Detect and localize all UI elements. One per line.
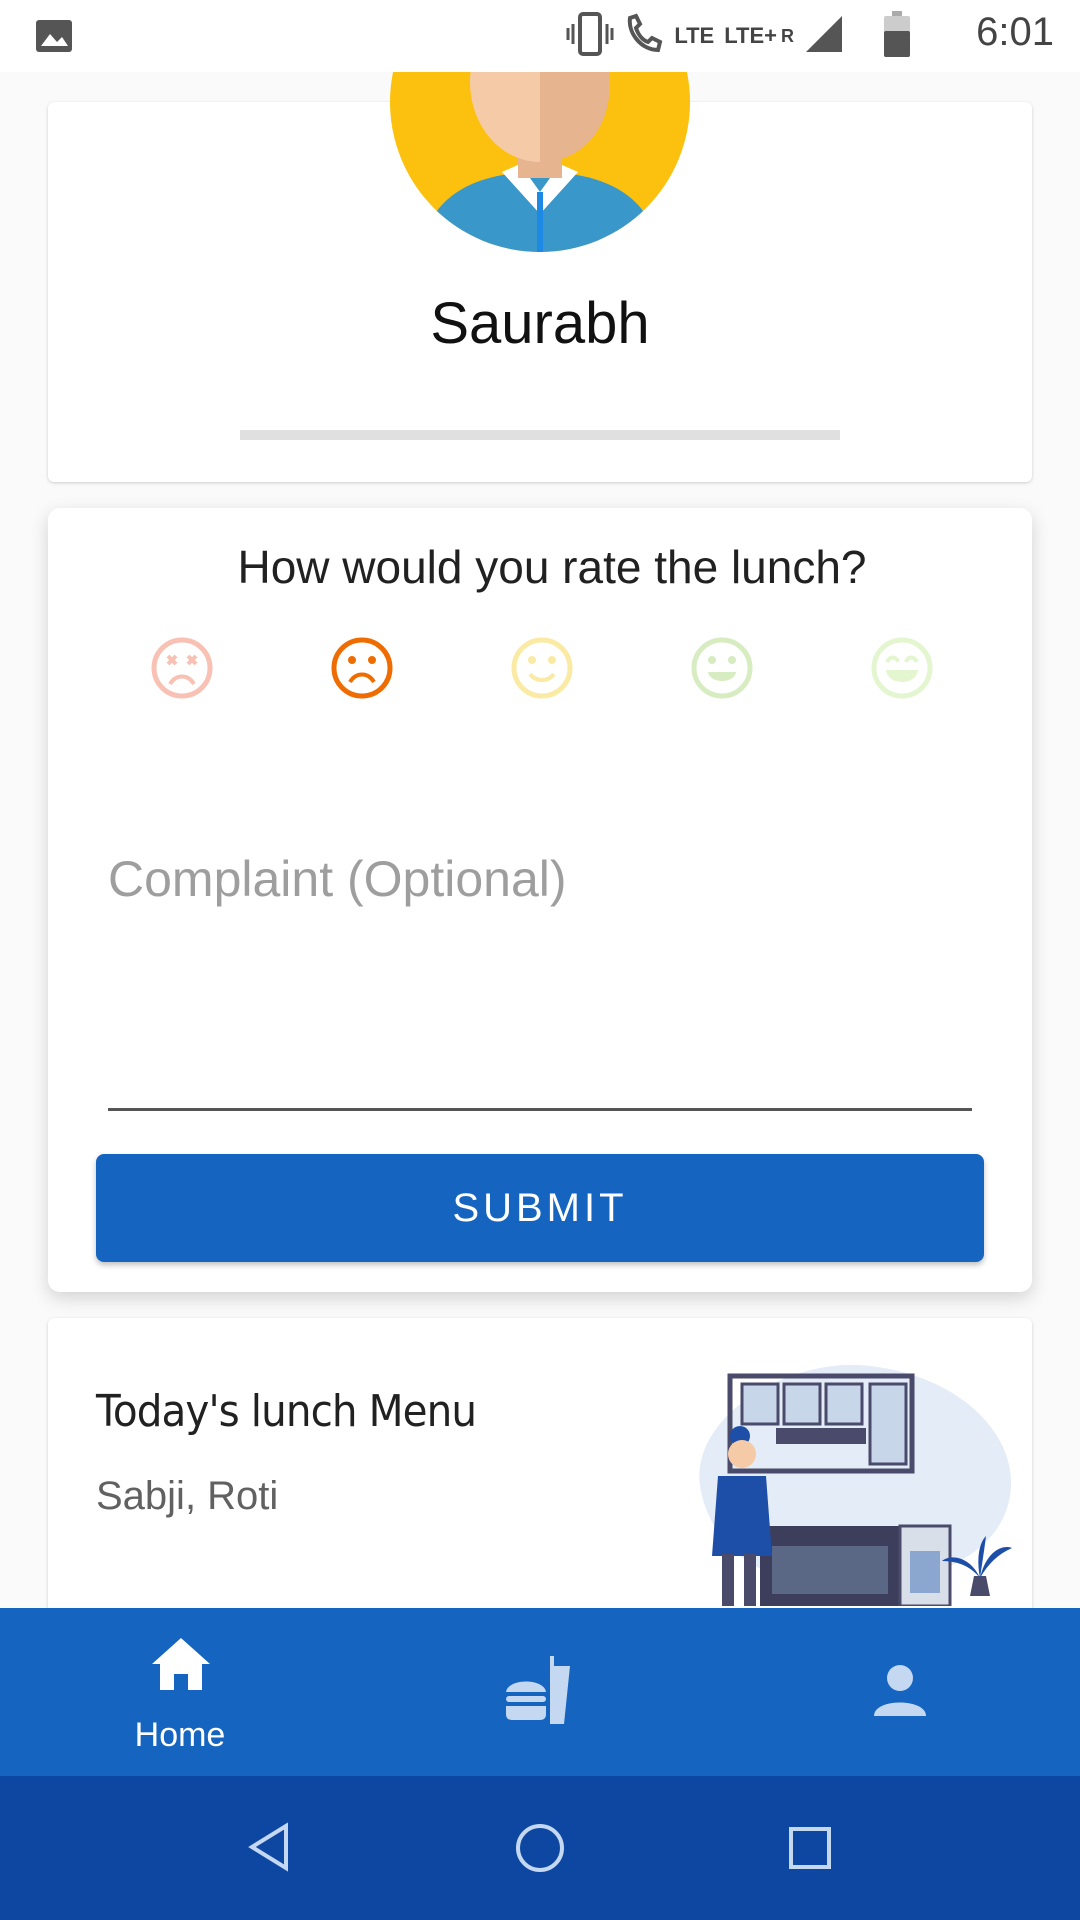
system-navigation-bar bbox=[0, 1776, 1080, 1920]
neutral-icon[interactable] bbox=[510, 636, 574, 700]
roaming-indicator: R bbox=[781, 25, 794, 46]
rating-question: How would you rate the lunch? bbox=[237, 541, 867, 593]
satisfied-icon[interactable] bbox=[690, 636, 754, 700]
avatar[interactable] bbox=[390, 72, 690, 252]
submit-button[interactable]: SUBMIT bbox=[96, 1154, 984, 1262]
call-icon bbox=[624, 12, 664, 61]
complaint-input-underline bbox=[108, 1108, 972, 1111]
very-satisfied-icon[interactable] bbox=[870, 636, 934, 700]
recents-icon[interactable] bbox=[788, 1826, 832, 1870]
nav-home[interactable]: Home bbox=[80, 1608, 280, 1776]
person-icon bbox=[874, 1665, 926, 1716]
profile-name: Saurabh bbox=[430, 291, 650, 356]
vibrate-icon bbox=[566, 11, 614, 61]
very-dissatisfied-icon[interactable] bbox=[150, 636, 214, 700]
network-type-label-2: LTE+ bbox=[724, 23, 777, 48]
bottom-navigation: Home bbox=[0, 1608, 1080, 1776]
signal-icon bbox=[804, 14, 844, 59]
clock: 6:01 bbox=[976, 10, 1054, 54]
home-icon bbox=[152, 1638, 210, 1690]
battery-icon bbox=[884, 10, 910, 62]
status-bar: LTE LTE+ R 6:01 bbox=[0, 0, 1080, 72]
chef-kitchen-illustration bbox=[699, 1364, 1012, 1606]
nav-home-label: Home bbox=[134, 1716, 226, 1754]
menu-items: Sabji, Roti bbox=[96, 1474, 279, 1518]
rating-options bbox=[150, 636, 950, 700]
home-circle-icon[interactable] bbox=[514, 1822, 566, 1874]
complaint-input[interactable]: Complaint (Optional) bbox=[108, 850, 567, 908]
dissatisfied-icon[interactable] bbox=[330, 636, 394, 700]
network-type-label: LTE bbox=[674, 23, 715, 48]
fastfood-icon bbox=[506, 1656, 570, 1724]
nav-profile[interactable] bbox=[800, 1608, 1000, 1776]
back-icon[interactable] bbox=[246, 1822, 290, 1872]
image-icon bbox=[34, 16, 74, 56]
nav-food-menu[interactable] bbox=[440, 1608, 640, 1776]
menu-title: Today's lunch Menu bbox=[96, 1386, 477, 1437]
profile-progress-bar bbox=[240, 430, 840, 440]
